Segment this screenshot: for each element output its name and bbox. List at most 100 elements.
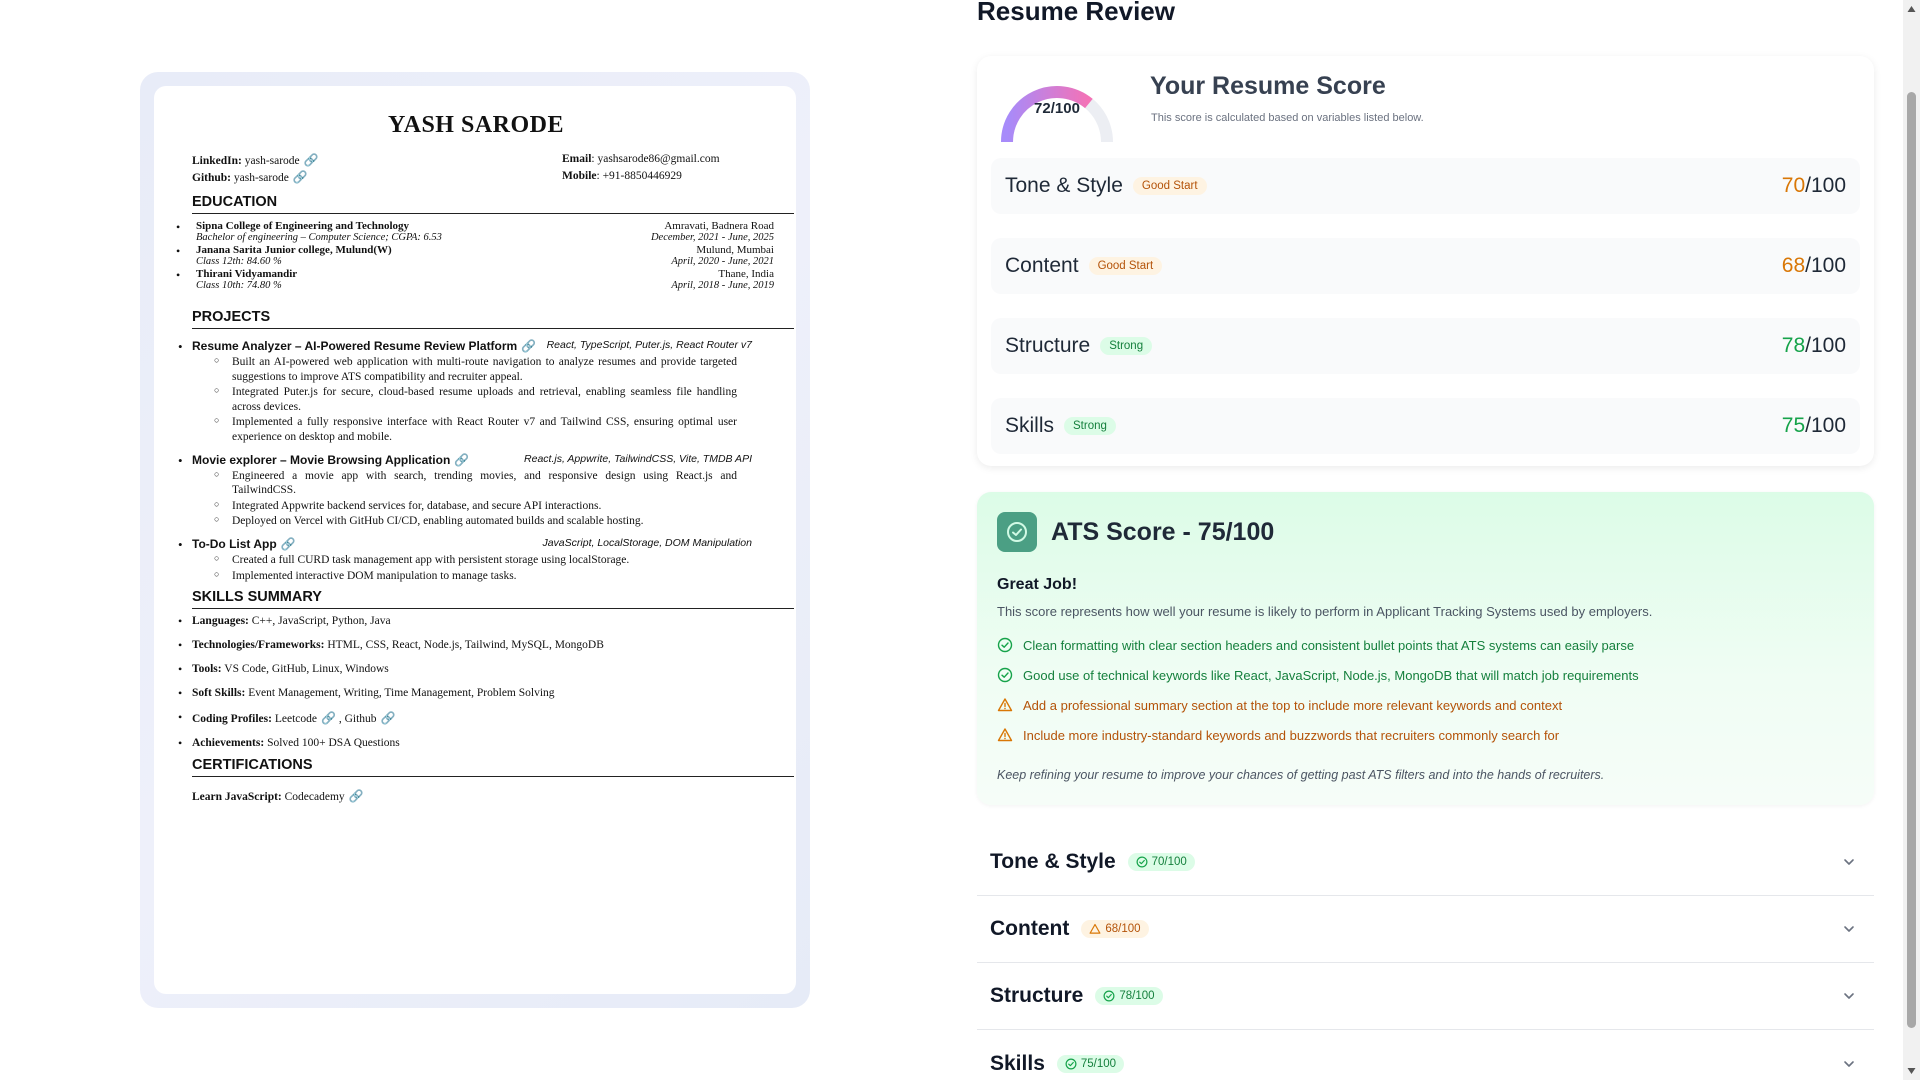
resume-score-card: 72/100 Your Resume Score This score is c… bbox=[977, 56, 1874, 466]
category-row-structure: Structure Strong 78/100 bbox=[991, 318, 1860, 374]
ats-tip: Good use of technical keywords like Reac… bbox=[997, 660, 1639, 690]
accordion-badge-text: 78/100 bbox=[1119, 990, 1155, 1002]
school-name: Thirani Vidyamandir bbox=[196, 268, 298, 280]
email-value[interactable]: : yashsarode86@gmail.com bbox=[591, 153, 719, 165]
project-bullet: Created a full CURD task management app … bbox=[214, 553, 737, 568]
linkedin-value[interactable]: yash-sarode bbox=[245, 155, 300, 167]
category-name: Structure bbox=[1005, 334, 1091, 357]
ats-badge-icon bbox=[997, 512, 1037, 552]
skill-value: HTML, CSS, React, Node.js, Tailwind, MyS… bbox=[324, 639, 604, 652]
accordion-title: Tone & Style bbox=[990, 850, 1116, 873]
chevron-down-icon[interactable] bbox=[1841, 1056, 1857, 1072]
skill-item: Coding Profiles: Leetcode🔗 , Github🔗 bbox=[178, 710, 796, 726]
education-item: Sipna College of Engineering and Technol… bbox=[176, 220, 774, 243]
accordion-content[interactable]: Content 68/100 bbox=[977, 896, 1874, 963]
link-icon[interactable]: 🔗 bbox=[381, 711, 396, 725]
project-title: Resume Analyzer – AI-Powered Resume Revi… bbox=[192, 339, 518, 353]
school-dates: April, 2018 - June, 2019 bbox=[671, 280, 774, 291]
ats-description: This score represents how well your resu… bbox=[997, 604, 1653, 619]
school-detail: Class 12th: 84.60 % bbox=[196, 256, 282, 267]
chevron-down-icon[interactable] bbox=[1841, 988, 1857, 1004]
skill-label: Coding Profiles: bbox=[192, 713, 272, 726]
mobile-line: Mobile: +91-8850446929 bbox=[562, 170, 796, 184]
category-badge: Good Start bbox=[1132, 177, 1207, 195]
scrollbar-thumb[interactable] bbox=[1907, 92, 1916, 1028]
email-line: Email: yashsarode86@gmail.com bbox=[562, 153, 796, 167]
accordion-badge-text: 68/100 bbox=[1105, 923, 1141, 935]
resume-preview-frame[interactable]: YASH SARODE LinkedIn: yash-sarode 🔗 Email… bbox=[140, 72, 810, 1008]
skill-value: Event Management, Writing, Time Manageme… bbox=[245, 687, 555, 700]
check-circle-icon bbox=[1103, 990, 1115, 1002]
accordion-tone-style[interactable]: Tone & Style 70/100 bbox=[977, 829, 1874, 896]
link-icon[interactable]: 🔗 bbox=[454, 453, 469, 467]
accordion-skills[interactable]: Skills 75/100 bbox=[977, 1030, 1874, 1080]
project-title: To-Do List App bbox=[192, 536, 277, 551]
ats-title: ATS Score - 75/100 bbox=[1051, 518, 1275, 546]
email-label: Email bbox=[562, 153, 592, 165]
project-tech: React, TypeScript, Puter.js, React Route… bbox=[546, 339, 752, 351]
category-row-content: Content Good Start 68/100 bbox=[991, 238, 1860, 294]
category-score: 68/100 bbox=[1781, 254, 1846, 277]
ats-tip-text: Clean formatting with clear section head… bbox=[1023, 637, 1635, 653]
category-name: Skills bbox=[1005, 414, 1055, 437]
category-name: Content bbox=[1005, 254, 1079, 277]
check-circle-icon bbox=[1136, 856, 1148, 868]
accordion-structure[interactable]: Structure 78/100 bbox=[977, 963, 1874, 1030]
category-row-tone-style: Tone & Style Good Start 70/100 bbox=[991, 158, 1860, 214]
scroll-up-icon[interactable] bbox=[1907, 4, 1916, 14]
accordion-badge-text: 75/100 bbox=[1080, 1057, 1117, 1070]
category-badge: Good Start bbox=[1088, 257, 1163, 275]
score-subtitle: This score is calculated based on variab… bbox=[1151, 112, 1424, 124]
ats-tip: Add a professional summary section at th… bbox=[997, 690, 1639, 720]
education-list: Sipna College of Engineering and Technol… bbox=[176, 220, 774, 291]
project-bullet: Engineered a movie app with search, tren… bbox=[214, 469, 737, 498]
warning-triangle-icon bbox=[997, 728, 1013, 742]
accordion-badge: 68/100 bbox=[1081, 920, 1149, 938]
warning-triangle-icon bbox=[997, 698, 1013, 712]
ats-footer: Keep refining your resume to improve you… bbox=[997, 768, 1605, 782]
projects-list: Resume Analyzer – AI-Powered Resume Revi… bbox=[178, 339, 762, 583]
category-score: 75/100 bbox=[1781, 414, 1846, 437]
school-dates: December, 2021 - June, 2025 bbox=[650, 232, 774, 243]
category-score: 78/100 bbox=[1781, 334, 1846, 357]
school-place: Mulund, Mumbai bbox=[696, 244, 774, 256]
certification-label: Learn JavaScript: bbox=[192, 791, 282, 804]
ats-tip-text: Include more industry-standard keywords … bbox=[1023, 727, 1560, 743]
project-title: Movie explorer – Movie Browsing Applicat… bbox=[192, 452, 451, 467]
section-heading-education: EDUCATION bbox=[192, 194, 794, 214]
skill-value: Solved 100+ DSA Questions bbox=[264, 737, 400, 750]
ats-heading: Great Job! bbox=[997, 576, 1078, 593]
school-detail: Bachelor of engineering – Computer Scien… bbox=[196, 232, 442, 243]
github-label: Github: bbox=[192, 172, 231, 184]
ats-tip: Clean formatting with clear section head… bbox=[997, 630, 1639, 660]
skill-item: Tools: VS Code, GitHub, Linux, Windows bbox=[178, 662, 796, 677]
chevron-down-icon[interactable] bbox=[1841, 921, 1857, 937]
link-icon[interactable]: 🔗 bbox=[321, 711, 336, 725]
scroll-down-icon[interactable] bbox=[1907, 1066, 1916, 1076]
page: YASH SARODE LinkedIn: yash-sarode 🔗 Email… bbox=[0, 0, 1920, 1080]
skill-value-extra[interactable]: , Github bbox=[336, 713, 377, 725]
github-value[interactable]: yash-sarode bbox=[234, 172, 289, 184]
skill-value[interactable]: Leetcode bbox=[272, 713, 317, 725]
category-row-skills: Skills Strong 75/100 bbox=[991, 398, 1860, 454]
project-bullet: Implemented a fully responsive interface… bbox=[214, 415, 737, 444]
check-circle-icon bbox=[997, 667, 1013, 683]
link-icon[interactable]: 🔗 bbox=[304, 153, 319, 167]
skill-label: Languages: bbox=[192, 615, 249, 628]
school-name: Janana Sarita Junior college, Mulund(W) bbox=[196, 244, 392, 256]
page-scrollbar[interactable] bbox=[1903, 0, 1920, 1080]
link-icon[interactable]: 🔗 bbox=[349, 789, 364, 803]
chevron-down-icon[interactable] bbox=[1841, 854, 1857, 870]
resume-name: YASH SARODE bbox=[388, 112, 564, 138]
check-circle-icon bbox=[997, 637, 1013, 653]
link-icon[interactable]: 🔗 bbox=[293, 170, 308, 184]
link-icon[interactable]: 🔗 bbox=[281, 537, 296, 551]
skill-item: Languages: C++, JavaScript, Python, Java bbox=[178, 614, 796, 629]
school-dates: April, 2020 - June, 2021 bbox=[671, 256, 774, 267]
accordion-badge: 78/100 bbox=[1095, 987, 1163, 1005]
linkedin-line: LinkedIn: yash-sarode 🔗 bbox=[192, 153, 562, 167]
school-name: Sipna College of Engineering and Technol… bbox=[196, 220, 410, 232]
project-item: Movie explorer – Movie Browsing Applicat… bbox=[178, 452, 762, 529]
accordion-badge: 75/100 bbox=[1056, 1054, 1125, 1073]
link-icon[interactable]: 🔗 bbox=[521, 339, 536, 353]
